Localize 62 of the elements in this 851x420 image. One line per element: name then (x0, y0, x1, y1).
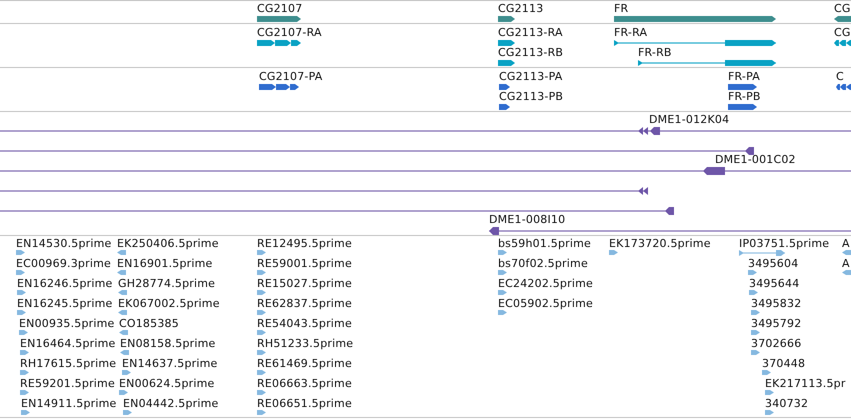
est-label: 370448 (762, 358, 806, 370)
est-label: RE59201.5prime (20, 378, 115, 390)
est-label: RH51233.5prime (257, 338, 354, 350)
est-label: EK067002.5prime (118, 298, 220, 310)
protein-label: FR-PB (728, 91, 761, 103)
est-label: 3495604 (748, 258, 798, 270)
est-label: RE15027.5prime (257, 278, 352, 290)
est-label: 3495644 (749, 278, 800, 290)
est-label: 3702666 (751, 338, 802, 350)
est-label: A (842, 258, 850, 270)
est-label: RE06663.5prime (257, 378, 352, 390)
gene-label: CG2107 (257, 3, 302, 15)
clone-label: DME1-012K04 (649, 114, 730, 126)
protein-label: C (836, 71, 844, 83)
est-label: RE12495.5prime (257, 238, 352, 250)
protein-label: FR-PA (728, 71, 760, 83)
transcript-label: CG2107-RA (257, 27, 322, 39)
est-label: EN00935.5prime (19, 318, 115, 330)
gene-label: CG2113 (498, 3, 544, 15)
est-label: RE59001.5prime (257, 258, 352, 270)
transcript-label: FR-RA (614, 27, 648, 39)
est-label: EK250406.5prime (117, 238, 219, 250)
est-label: RE62837.5prime (257, 298, 352, 310)
gene-label: FR (614, 3, 628, 15)
protein-label: CG2107-PA (259, 71, 322, 83)
est-label: RE06651.5prime (257, 398, 352, 410)
transcript-label: FR-RB (638, 47, 672, 59)
est-label: RH17615.5prime (20, 358, 116, 370)
est-label: EN14637.5prime (122, 358, 218, 370)
est-label: RE61469.5prime (257, 358, 352, 370)
clone-label: DME1-008I10 (489, 214, 566, 226)
est-label: EN04442.5prime (123, 398, 219, 410)
est-label: EN16901.5prime (117, 258, 213, 270)
est-label: EK217113.5pr (765, 378, 846, 390)
est-label: IP03751.5prime (739, 238, 830, 250)
est-label: EN14911.5prime (21, 398, 117, 410)
est-label: bs70f02.5prime (498, 258, 588, 270)
est-label: 3495832 (751, 298, 802, 310)
transcript-label: CG2113-RA (498, 27, 563, 39)
gene-label: CG (834, 3, 851, 15)
est-label: EN16464.5prime (20, 338, 116, 350)
clone-label: DME1-001C02 (715, 154, 796, 166)
est-label: 340732 (765, 398, 808, 410)
est-label: EC00969.3prime (16, 258, 111, 270)
est-label: GH28774.5prime (118, 278, 216, 290)
transcript-label: CG (834, 27, 851, 39)
est-label: bs59h01.5prime (498, 238, 592, 250)
est-label: RE54043.5prime (257, 318, 352, 330)
protein-label: CG2113-PB (499, 91, 564, 103)
est-label: EN00624.5prime (119, 378, 215, 390)
est-label: EN14530.5prime (16, 238, 112, 250)
protein-label: CG2113-PA (499, 71, 562, 83)
est-label: EN16245.5prime (17, 298, 113, 310)
est-label: CO185385 (119, 318, 179, 330)
transcript-label: CG2113-RB (498, 47, 564, 59)
est-label: EC24202.5prime (498, 278, 593, 290)
est-label: EC05902.5prime (498, 298, 593, 310)
est-label: EN16246.5prime (17, 278, 113, 290)
est-label: 3495792 (751, 318, 802, 330)
est-label: A (842, 238, 850, 250)
est-label: EK173720.5prime (609, 238, 711, 250)
est-label: EN08158.5prime (120, 338, 216, 350)
